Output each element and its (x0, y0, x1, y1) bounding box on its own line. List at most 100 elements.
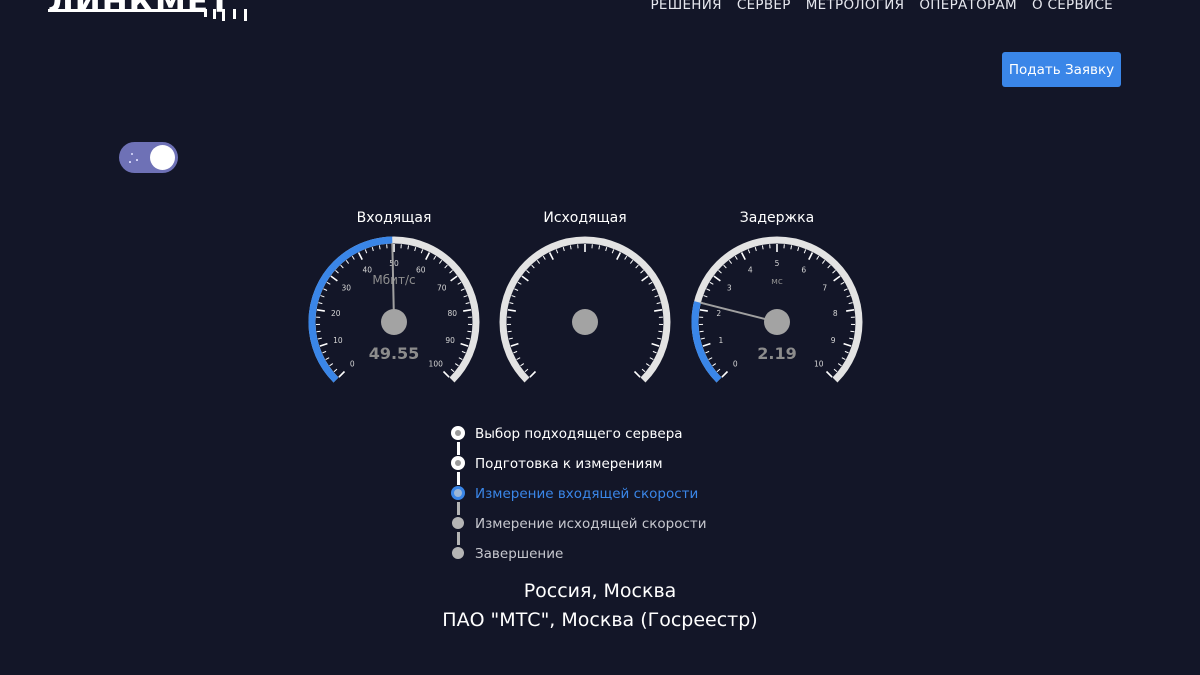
gauge-tick (611, 249, 615, 254)
step-item: Выбор подходящего сервера (449, 424, 769, 446)
gauge-tick (658, 330, 663, 333)
gauge-tick (821, 260, 826, 264)
gauge-tick (648, 281, 653, 285)
gauge-tick (713, 275, 721, 282)
gauge-tick (754, 246, 757, 252)
gauge-tick (521, 275, 529, 282)
step-label: Подготовка к измерениям (475, 456, 663, 472)
gauge-tick-label: 10 (333, 336, 343, 345)
gauge-tick-label: 10 (814, 360, 824, 369)
gauge-tick (450, 368, 455, 373)
gauge-tick (351, 255, 355, 260)
gauge-tick (721, 370, 729, 378)
gauge-tick (761, 245, 764, 250)
speedtest-page: ЛИНКМЕТ РЕШЕНИЯ СЕРВЕР МЕТРОЛОГИЯ ОПЕРАТ… (0, 0, 1200, 675)
gauge-tick (706, 288, 711, 291)
gauge-tick (357, 252, 363, 260)
gauge-tick (633, 370, 641, 378)
step-item: Завершение (449, 544, 769, 566)
gauge-tick (808, 252, 814, 260)
gauge-tick-label: 90 (445, 336, 455, 345)
gauge-tick (703, 295, 708, 298)
gauge-tick (652, 350, 657, 354)
gauge-tick (700, 337, 705, 340)
gauge-tick (516, 357, 521, 361)
gauge-tick (529, 370, 537, 378)
gauge-tick (407, 245, 410, 250)
gauge-tick (651, 288, 656, 291)
gauge-tick (509, 302, 514, 305)
gauge-tick (833, 368, 838, 373)
gauge-tick (641, 368, 646, 373)
gauge-tick (467, 330, 472, 333)
gauge-tick (843, 342, 852, 347)
step-item: Измерение исходящей скорости (449, 514, 769, 536)
gauge-tick (616, 252, 622, 260)
gauge-tick (641, 275, 649, 282)
gauge-tick (699, 330, 704, 333)
gauge-tick (843, 288, 848, 291)
gauge-tick-label: 1 (718, 336, 723, 345)
gauge-tick (837, 363, 842, 367)
gauge-tick-label: 60 (416, 265, 426, 274)
gauge-tick (425, 252, 431, 260)
gauge-tick (326, 281, 331, 285)
gauge-tick (317, 337, 322, 340)
gauge-tick (330, 275, 338, 282)
step-label: Измерение исходящей скорости (475, 516, 707, 532)
gauge-tick (524, 368, 529, 373)
gauge-tick (645, 363, 650, 367)
gauge-tick (542, 255, 546, 260)
gauges: 0102030405060708090100Мбит/с49.550123456… (308, 236, 863, 383)
gauge-tick (316, 309, 325, 312)
gauge-tick (712, 363, 717, 367)
gauge-tick (320, 295, 325, 298)
gauge-tick (825, 370, 833, 378)
gauge-tick (708, 357, 713, 361)
gauge-tick (510, 342, 519, 347)
step-pending-icon (452, 547, 464, 559)
gauge-tick (747, 249, 751, 254)
gauge-tick (649, 357, 654, 361)
gauge-tick (364, 249, 368, 254)
gauge-tick-label: 30 (341, 283, 351, 292)
gauge-tick (657, 337, 662, 340)
gauge-tick (716, 368, 721, 373)
gauge-tick (371, 246, 374, 252)
gauge-tick (849, 337, 854, 340)
gauge-tick (325, 357, 330, 361)
gauge-tick-label: 5 (775, 259, 780, 268)
gauge-tick (740, 252, 746, 260)
gauge-tick (803, 249, 807, 254)
gauge-tick (555, 249, 559, 254)
gauge-tick (816, 255, 820, 260)
step-item: Измерение входящей скорости (449, 484, 769, 506)
gauge-tick (654, 309, 663, 312)
step-active-icon (451, 486, 465, 500)
location-region: Россия, Москва (523, 580, 677, 602)
gauge-tick (833, 275, 841, 282)
gauge-tick-label: 100 (429, 360, 444, 369)
gauge-tick (461, 350, 466, 354)
step-label: Измерение входящей скорости (475, 486, 699, 502)
gauge-tick (463, 295, 468, 298)
gauge-tick (844, 350, 849, 354)
gauge-tick-label: 6 (801, 265, 806, 274)
gauge-tick (728, 260, 733, 264)
step-pending-icon (452, 517, 464, 529)
gauge-tick (651, 342, 660, 347)
gauge-tick (536, 260, 541, 264)
gauge-tick (323, 288, 328, 291)
gauge-tick (629, 260, 634, 264)
gauge-tick (514, 288, 519, 291)
gauge-tick (420, 249, 424, 254)
gauge-tick (548, 252, 554, 260)
gauge-tick (569, 245, 572, 250)
gauge-tick-label: 4 (748, 265, 753, 274)
gauge-tick (333, 368, 338, 373)
gauge-tick (702, 342, 711, 347)
gauge-tick (450, 275, 458, 282)
gauge-tick-label: 3 (727, 283, 732, 292)
gauge-tick (797, 246, 800, 252)
gauge-tick (449, 270, 453, 274)
